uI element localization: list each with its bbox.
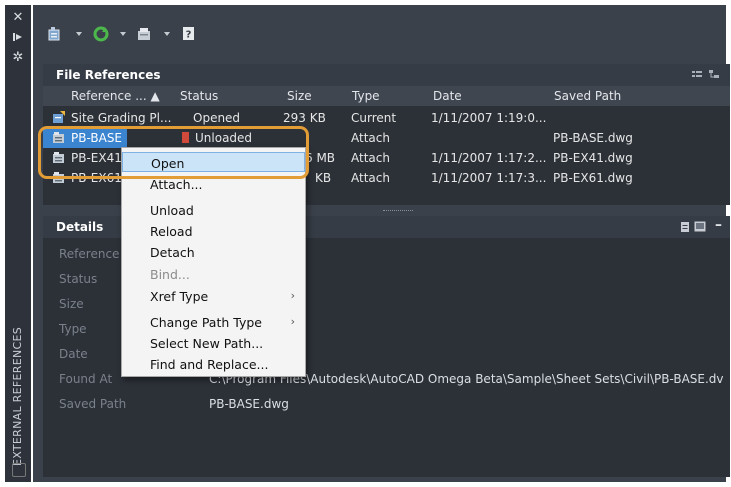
table-row[interactable]: Site Grading Pl... Opened 293 KB Current… [43,108,730,128]
cell-size: KB [315,171,332,185]
menu-item-label: Detach [150,245,195,260]
table-row[interactable]: PB-BASE Unloaded Attach PB-BASE.dwg [43,128,730,148]
menu-item-label: Unload [150,203,194,218]
detail-label-type: Type [59,322,87,336]
cell-saved-path: PB-EX41.dwg [553,151,633,165]
list-view-icon[interactable] [692,70,702,80]
cell-type: Attach [351,171,390,185]
detail-value-saved-path[interactable]: PB-BASE.dwg [209,397,289,411]
cell-saved-path: PB-EX61.dwg [553,171,633,185]
menu-item-select-new-path[interactable]: Select New Path... [122,333,305,353]
menu-item-unload[interactable]: Unload [122,200,305,220]
xref-context-menu: Open Attach... Unload Reload Detach Bind… [121,147,306,377]
cell-name: PB-EX61 [71,171,122,185]
refresh-dropdown-arrow[interactable] [120,32,126,36]
autohide-icon[interactable] [11,31,25,45]
xref-toolbar: ? [48,23,198,45]
cell-date: 1/11/2007 1:17:2... [431,151,547,165]
cell-name: PB-BASE [71,131,123,145]
palette-grip-icon[interactable] [12,463,26,477]
refresh-icon[interactable] [92,25,110,43]
attach-dropdown-arrow[interactable] [76,32,82,36]
submenu-arrow-icon: › [290,315,295,328]
column-size[interactable]: Size [287,89,312,103]
cell-name: PB-EX41 [71,151,122,165]
detail-label-saved-path: Saved Path [59,397,127,411]
palette-title: EXTERNAL REFERENCES [5,321,31,466]
file-references-column-header: Reference ... ▲ Status Size Type Date Sa… [43,86,730,106]
submenu-arrow-icon: › [290,289,295,302]
menu-item-xref-type[interactable]: Xref Type › [122,286,305,306]
menu-item-label: Find and Replace... [150,357,269,372]
cell-size: 6 MB [305,151,336,165]
tree-view-icon[interactable] [708,69,720,81]
menu-item-bind: Bind... [122,264,305,284]
svg-text:?: ? [186,30,192,41]
change-path-dropdown-arrow[interactable] [164,32,170,36]
collapse-icon[interactable]: – [715,217,722,233]
menu-item-label: Xref Type [150,289,209,304]
file-references-header: File References [43,64,730,86]
dwg-file-icon [53,132,64,143]
current-drawing-icon [53,111,65,123]
menu-item-label: Select New Path... [150,336,264,351]
column-reference-name[interactable]: Reference ... ▲ [71,89,160,103]
menu-item-attach[interactable]: Attach... [122,174,305,194]
panel-splitter[interactable] [383,210,413,214]
menu-item-label: Reload [150,224,193,239]
menu-item-label: Bind... [150,267,190,282]
menu-item-label: Change Path Type [150,315,262,330]
column-date[interactable]: Date [433,89,462,103]
cell-status: Unloaded [195,131,253,145]
cell-size: 293 KB [283,111,326,125]
cell-status: Opened [193,111,241,125]
details-view-icon[interactable] [680,221,690,233]
menu-item-detach[interactable]: Detach [122,242,305,262]
help-icon[interactable]: ? [180,25,198,43]
cell-date: 1/11/2007 1:19:0... [431,111,547,125]
dwg-file-icon [53,152,64,163]
xref-palette-window: ✕ ✲ EXTERNAL REFERENCES ? File Reference… [0,0,731,487]
detail-label-status: Status [59,272,98,286]
close-icon[interactable]: ✕ [11,11,25,25]
menu-item-label: Attach... [150,177,203,192]
settings-icon[interactable]: ✲ [11,51,25,65]
menu-item-change-path-type[interactable]: Change Path Type › [122,312,305,332]
palette-title-text: EXTERNAL REFERENCES [11,327,24,466]
menu-item-label: Open [151,156,185,171]
change-path-icon[interactable] [136,25,154,43]
file-references-title: File References [56,68,161,82]
cell-type: Attach [351,151,390,165]
palette-sidebar: ✕ ✲ EXTERNAL REFERENCES [5,5,31,482]
dwg-file-icon [53,172,64,183]
cell-name: Site Grading Pl... [71,111,172,125]
cell-type: Current [351,111,397,125]
detail-label-found-at: Found At [59,372,113,386]
detail-label-date: Date [59,347,88,361]
attach-dwg-icon[interactable] [48,25,66,43]
detail-label-size: Size [59,297,84,311]
cell-type: Attach [351,131,390,145]
menu-item-find-and-replace[interactable]: Find and Replace... [122,354,305,374]
cell-saved-path: PB-BASE.dwg [553,131,633,145]
details-title: Details [56,220,104,234]
column-status[interactable]: Status [180,89,218,103]
unloaded-status-icon [181,131,190,144]
preview-icon[interactable] [694,221,706,232]
column-saved-path[interactable]: Saved Path [554,89,621,103]
column-type[interactable]: Type [352,89,380,103]
menu-item-reload[interactable]: Reload [122,221,305,241]
menu-item-open[interactable]: Open [122,152,305,172]
cell-date: 1/11/2007 1:17:3... [431,171,547,185]
